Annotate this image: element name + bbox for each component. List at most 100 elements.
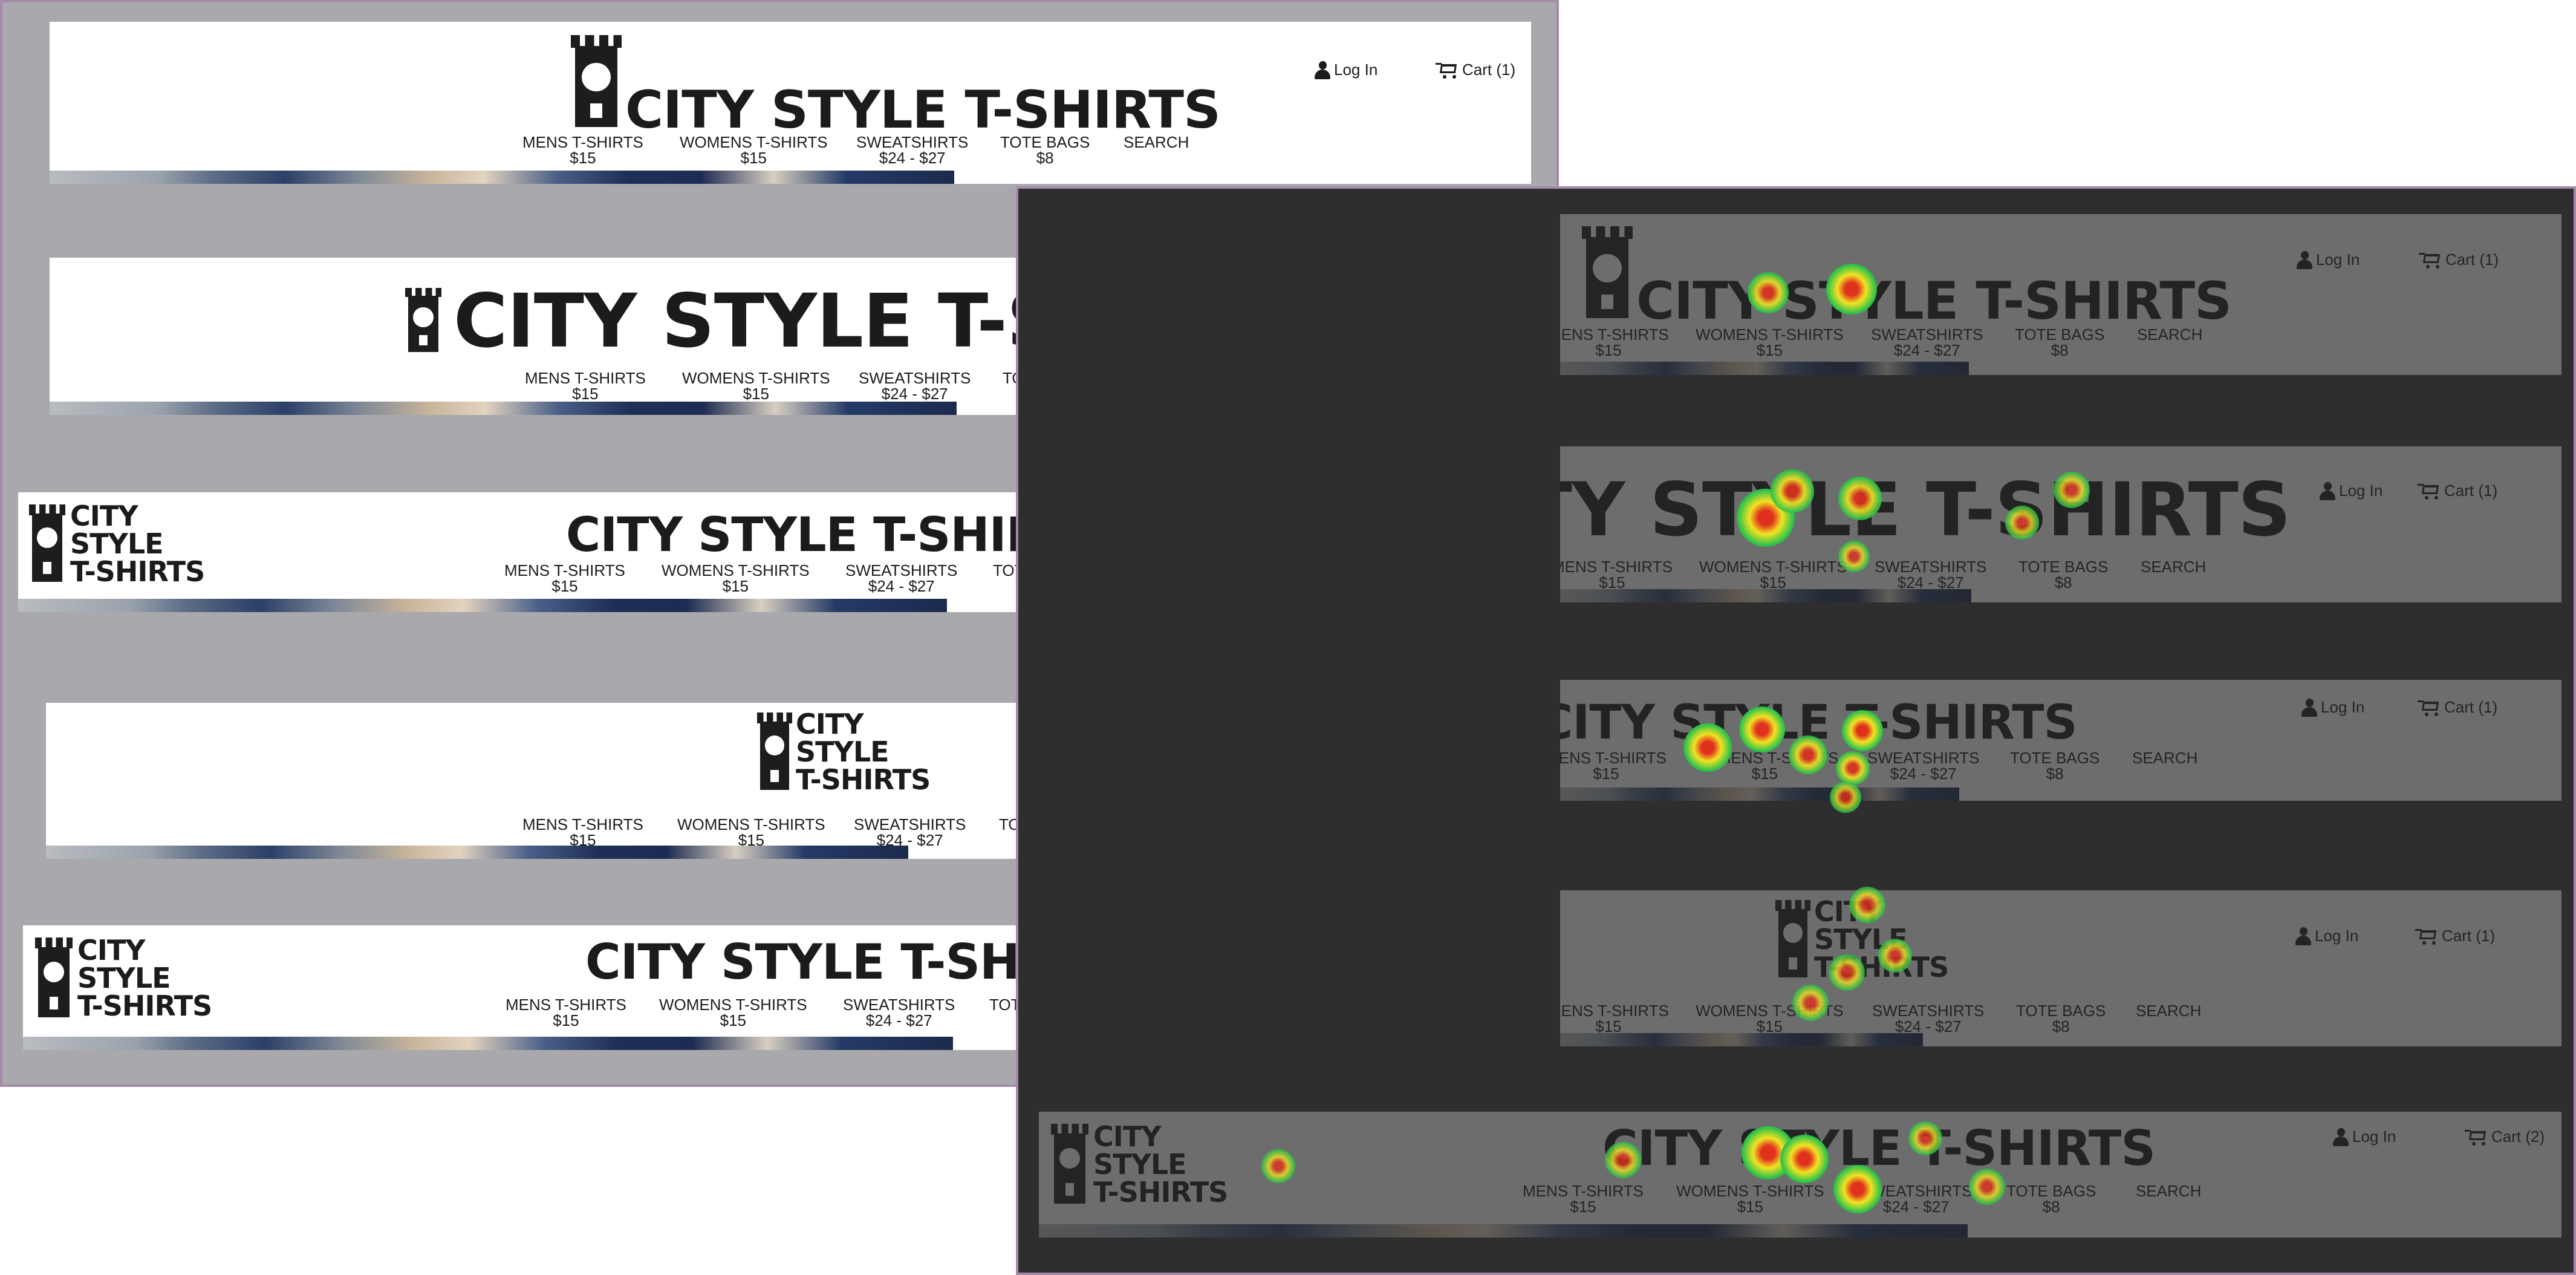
nav-price: $15 — [1760, 573, 1786, 592]
nav-mens: MENS T-SHIRTS$15 — [1560, 750, 1667, 781]
login-link: Log In — [2333, 1127, 2396, 1146]
login-label: Log In — [2315, 927, 2359, 945]
nav-price: $24 - $27 — [881, 385, 948, 403]
brand-title: CITY STYLE T-SHIRTS — [1602, 1120, 2156, 1176]
cart-label: Cart (1) — [1462, 60, 1516, 79]
nav-search[interactable]: SEARCH — [1124, 134, 1189, 150]
nav-mens[interactable]: MENS T-SHIRTS $15 — [504, 562, 625, 594]
nav-mens[interactable]: MENS T-SHIRTS $15 — [522, 134, 643, 166]
nav-price: $8 — [2052, 1017, 2070, 1035]
nav-price: $24 - $27 — [865, 1011, 932, 1029]
nav-price: $8 — [2042, 1198, 2060, 1216]
nav-sweatshirts[interactable]: SWEATSHIRTS $24 - $27 — [856, 134, 968, 166]
nav-mens: MENS T-SHIRTS$15 — [1560, 559, 1673, 590]
nav-mens: MENS T-SHIRTS$15 — [1523, 1183, 1644, 1215]
heatmap-header-variant-5: CITY STYLE T-SHIRTS CITY STYLE T-SHIRTS … — [1039, 1112, 2561, 1238]
brand-stacked[interactable]: CITY STYLE T-SHIRTS — [796, 710, 931, 794]
user-icon — [2301, 698, 2317, 717]
login-label: Log In — [2339, 481, 2383, 500]
nav-sweatshirts: SWEATSHIRTS $24 - $27 — [1867, 750, 1979, 781]
nav-price: $24 - $27 — [1897, 573, 1964, 592]
nav-womens: WOMENS T-SHIRTS $15 — [1676, 1183, 1824, 1215]
clock-tower-logo-icon — [405, 288, 441, 352]
nav-price: $15 — [722, 577, 749, 595]
hero-photo-strip — [46, 846, 908, 859]
hero-photo-strip — [1560, 589, 1971, 602]
cart-icon — [2419, 251, 2442, 269]
user-icon — [2295, 927, 2311, 945]
nav-price: $24 - $27 — [879, 149, 946, 167]
cart-link: Cart (1) — [2418, 481, 2497, 500]
nav-sweatshirts: SWEATSHIRTS $24 - $27 — [1875, 559, 1986, 590]
nav-womens[interactable]: WOMENS T-SHIRTS $15 — [677, 817, 825, 848]
cart-label: Cart (1) — [2444, 698, 2498, 716]
hero-photo-strip — [50, 402, 957, 415]
nav-womens[interactable]: WOMENS T-SHIRTS $15 — [682, 370, 830, 402]
heatmap-header-variant-1: CITY STYLE T-SHIRTS Log In Cart (1) MENS… — [1560, 214, 2561, 375]
heatmap-header-variant-3: CITY STYLE T-SHIRTS Log In Cart (1) MENS… — [1560, 680, 2561, 801]
nav-mens[interactable]: MENS T-SHIRTS $15 — [522, 817, 643, 848]
login-label: Log In — [2352, 1127, 2396, 1146]
nav-price: $15 — [1570, 1198, 1596, 1216]
nav-sweatshirts[interactable]: SWEATSHIRTS $24 - $27 — [859, 370, 971, 402]
hero-photo-strip — [1560, 362, 1969, 375]
login-link[interactable]: Log In — [1315, 60, 1377, 79]
nav-sweatshirts: SWEATSHIRTS $24 - $27 — [1872, 1003, 1984, 1034]
nav-label: SEARCH — [2141, 558, 2207, 576]
nav-price: $8 — [2046, 765, 2064, 783]
hero-photo-strip — [1560, 788, 1959, 801]
heatmap-panel: CITY STYLE T-SHIRTS Log In Cart (1) MENS… — [1016, 186, 2576, 1275]
login-label: Log In — [2321, 698, 2365, 716]
login-link: Log In — [2301, 698, 2364, 717]
brand-title: CITY STYLE T-SHIRTS — [1560, 467, 2291, 553]
brand-title[interactable]: CITY STYLE T-SHIRTS — [625, 80, 1221, 140]
nav-womens[interactable]: WOMENS T-SHIRTS $15 — [659, 997, 807, 1028]
cart-link[interactable]: Cart (1) — [1436, 60, 1515, 79]
nav-price: $8 — [2051, 341, 2069, 359]
brand-stacked: CITY STYLE T-SHIRTS — [1814, 895, 1949, 983]
heatmap-header-variant-2: CITY STYLE T-SHIRTS Log In Cart (1) MENS… — [1560, 446, 2561, 602]
nav-womens: WOMENS T-SHIRTS $15 — [1699, 559, 1847, 590]
main-nav: MENS T-SHIRTS$15 WOMENS T-SHIRTS$15 SWEA… — [1560, 750, 2561, 786]
nav-label: SEARCH — [2137, 325, 2203, 344]
nav-price: $8 — [2054, 573, 2072, 592]
nav-totebags: TOTE BAGS $8 — [2015, 327, 2104, 358]
nav-mens[interactable]: MENS T-SHIRTS $15 — [525, 370, 646, 402]
nav-womens: WOMENS T-SHIRTS $15 — [1696, 1003, 1844, 1034]
user-icon — [2333, 1127, 2349, 1146]
nav-search: SEARCH — [2136, 1183, 2201, 1199]
cart-link: Cart (1) — [2418, 698, 2497, 717]
nav-sweatshirts: SWEATSHIRTS $24 - $27 — [1871, 327, 1983, 358]
main-nav: MENS T-SHIRTS$15 WOMENS T-SHIRTS$15 SWEA… — [1560, 327, 2561, 363]
heatmap-header-variant-4: CITY STYLE T-SHIRTS Log In Cart (1) MENS… — [1560, 890, 2561, 1046]
login-label: Log In — [1334, 60, 1378, 79]
clock-tower-logo-icon — [1775, 900, 1810, 977]
cart-label: Cart (2) — [2491, 1127, 2545, 1146]
nav-totebags[interactable]: TOTE BAGS$8 — [1000, 134, 1090, 166]
nav-price: $8 — [1036, 149, 1054, 167]
nav-womens[interactable]: WOMENS T-SHIRTS $15 — [662, 562, 810, 594]
nav-label: SEARCH — [1124, 133, 1189, 151]
nav-label: SEARCH — [2136, 1002, 2202, 1020]
nav-label: SEARCH — [2132, 749, 2198, 767]
hero-photo-strip — [1560, 1033, 1923, 1046]
nav-totebags: TOTE BAGS $8 — [2006, 1183, 2096, 1215]
clock-tower-logo-icon — [1582, 226, 1633, 318]
nav-womens[interactable]: WOMENS T-SHIRTS $15 — [680, 134, 828, 166]
nav-price: $15 — [572, 385, 599, 403]
login-label: Log In — [2316, 250, 2360, 269]
nav-price: $15 — [570, 149, 596, 167]
cart-label: Cart (1) — [2442, 927, 2496, 945]
nav-sweatshirts[interactable]: SWEATSHIRTS $24 - $27 — [843, 997, 955, 1028]
user-icon — [2297, 250, 2312, 269]
user-icon — [1315, 60, 1330, 79]
nav-sweatshirts[interactable]: SWEATSHIRTS $24 - $27 — [845, 562, 957, 594]
nav-totebags: TOTE BAGS $8 — [2018, 559, 2108, 590]
nav-price: $15 — [1599, 573, 1625, 592]
nav-price: $24 - $27 — [1882, 1198, 1950, 1216]
nav-sweatshirts[interactable]: SWEATSHIRTS $24 - $27 — [854, 817, 966, 848]
nav-mens[interactable]: MENS T-SHIRTS $15 — [506, 997, 626, 1028]
nav-price: $15 — [553, 1011, 579, 1029]
nav-search: SEARCH — [2132, 750, 2197, 766]
nav-search: SEARCH — [2136, 1003, 2201, 1019]
